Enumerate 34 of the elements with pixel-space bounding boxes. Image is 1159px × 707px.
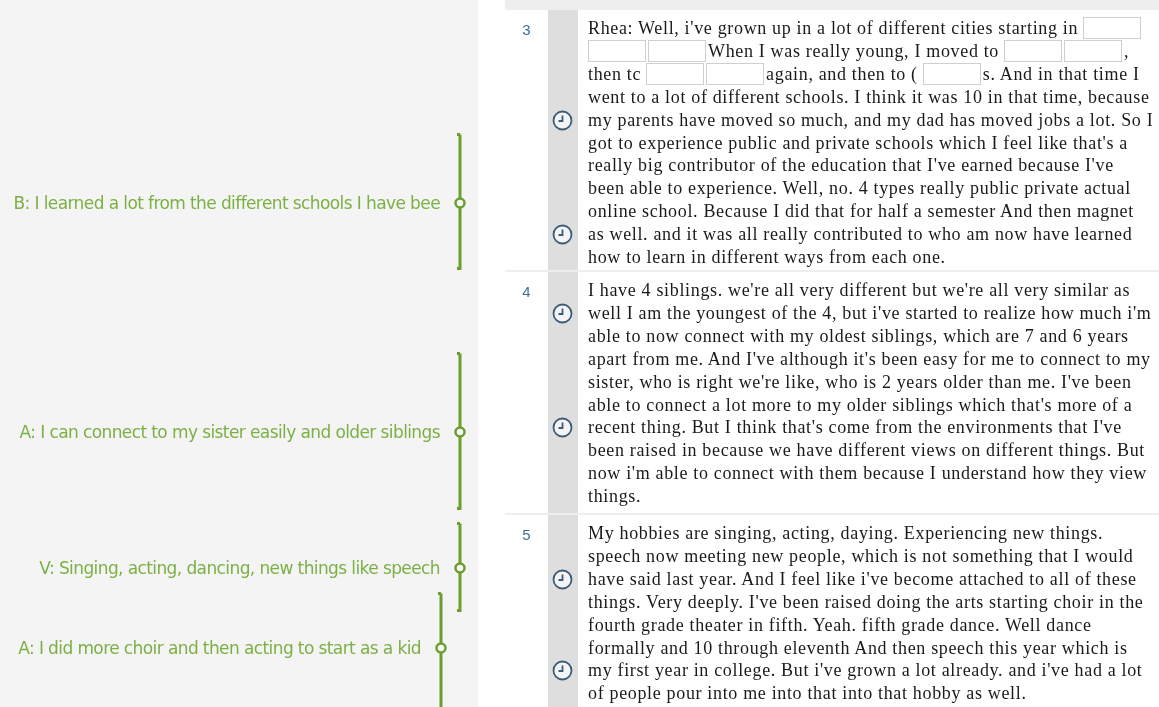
transcript-text: , <box>1124 40 1130 61</box>
redaction-box <box>648 39 706 62</box>
line-number: 5 <box>522 525 531 545</box>
code-label[interactable]: A: I did more choir and then acting to start as a kid <box>18 637 421 659</box>
code-bracket[interactable] <box>454 352 466 510</box>
clock-icon[interactable] <box>552 302 573 324</box>
transcript-text: I have 4 siblings. we're all very different but we're all very similar as well I am the youngest of the 4, but i've started to realize how much i'm able to now connect with my oldest siblings, which are 7 and 6 years apart from me. And I've although it's been easy for me to connect to my sister, who is right we're like, who is 2 years older than me. I've been able to connect a lot more to my older siblings which that's more of a recent thing. But I think that's come from the environments that I've been raised in because we have different views on different things. But now i'm able to connect with them because I understand how they view things. <box>588 279 1153 509</box>
code-bracket[interactable] <box>454 522 466 612</box>
clock-icon[interactable] <box>552 109 573 131</box>
code-label[interactable]: B: I learned a lot from the different schools I have bee <box>13 192 440 214</box>
clock-icon[interactable] <box>552 224 573 246</box>
transcript-text: My hobbies are singing, acting, daying. Experiencing new things. speech now meeting new people, which is not something that I would have said last year. And I feel like i've become attached to all of these things. Very deeply. I've been raised doing the arts starting choir in the fourth grade theater in fifth. Yeah. fifth grade dance. Well dance formally and 10 through eleventh And then speech this year which is my first year in college. But i've grown a lot already. and i've had a lot of people pour into me into that into that hobby as well. <box>588 522 1145 706</box>
transcript-text: Rhea: Well, i've grown up in a lot of different cities starting in <box>588 18 1079 38</box>
redaction-box <box>588 39 646 62</box>
redaction-box <box>646 62 705 85</box>
transcript-text: again, and then to ( <box>766 63 918 84</box>
clock-icon[interactable] <box>552 660 573 682</box>
transcript-text: then tc <box>588 63 642 84</box>
code-label[interactable]: V: Singing, acting, dancing, new things like speech <box>39 557 440 579</box>
redaction-box <box>1064 39 1123 62</box>
transcript-text: went to a lot of different schools. I think it was 10 in that time, because my parents have moved so much, and my dad has moved jobs a lot. So I got to experience public and private schools which I feel like that's a really big contributor of the education that I've earned because I've been able to experience. Well, no. 4 types really public private actual online school. Because I did that for half a semester And then magnet as well. and it was all really contributed to who am now have learned how to learn in different ways from each one. <box>588 85 1155 269</box>
redaction-box <box>706 62 765 85</box>
line-number: 4 <box>522 282 531 302</box>
line-number: 3 <box>522 20 531 40</box>
code-bracket[interactable] <box>454 133 466 270</box>
code-bracket[interactable] <box>435 592 447 707</box>
transcript-text: When I was really young, I moved to <box>708 40 1000 61</box>
redaction-box <box>1083 17 1142 39</box>
clock-icon[interactable] <box>552 568 573 590</box>
redaction-box <box>922 62 981 85</box>
redaction-box <box>1004 39 1063 62</box>
code-label[interactable]: A: I can connect to my sister easily and older siblings <box>19 421 440 443</box>
transcript-text: s. And in that time I <box>982 63 1140 84</box>
clock-icon[interactable] <box>552 417 573 439</box>
